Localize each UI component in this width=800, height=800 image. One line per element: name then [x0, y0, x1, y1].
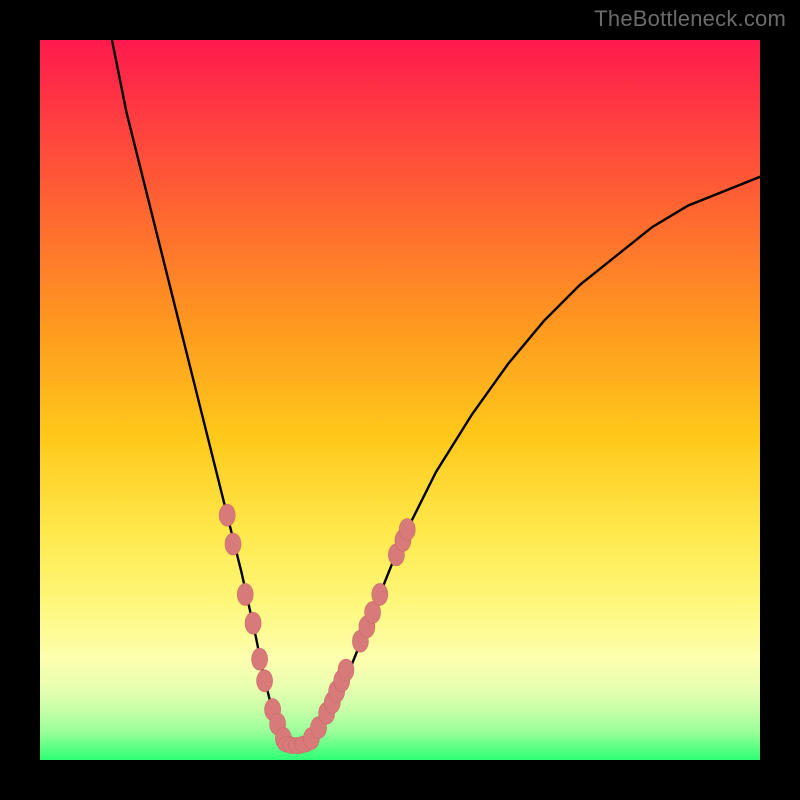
curve-path [112, 40, 760, 746]
data-marker [245, 612, 261, 634]
chart-svg [40, 40, 760, 760]
watermark-text: TheBottleneck.com [594, 6, 786, 32]
data-marker [252, 648, 268, 670]
data-marker [338, 659, 354, 681]
data-marker [219, 504, 235, 526]
outer-frame: TheBottleneck.com [0, 0, 800, 800]
data-marker [225, 533, 241, 555]
data-marker [257, 670, 273, 692]
plot-area [40, 40, 760, 760]
data-marker [399, 519, 415, 541]
curve-markers [219, 504, 415, 753]
curve-line [112, 40, 760, 746]
data-marker [372, 583, 388, 605]
data-marker [237, 583, 253, 605]
